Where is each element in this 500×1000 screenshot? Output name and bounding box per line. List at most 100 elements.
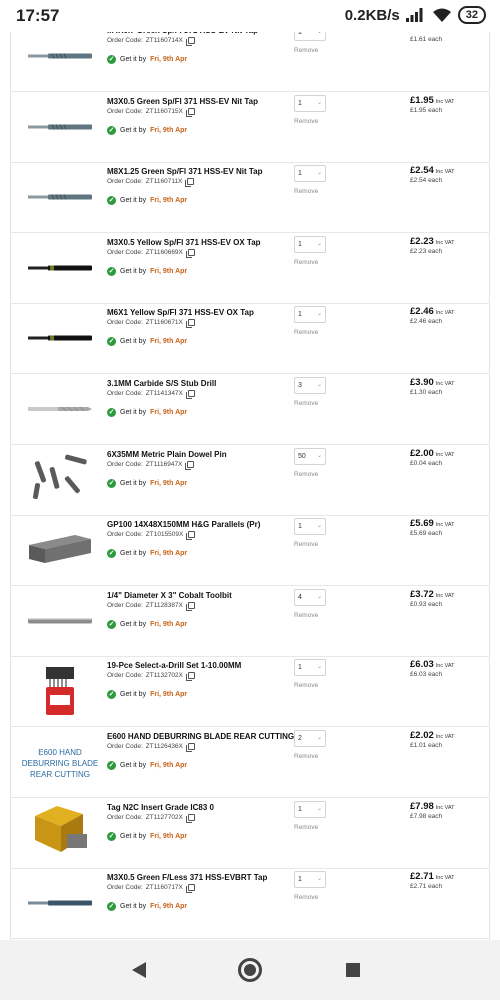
price-value: £2.71 [410, 871, 434, 883]
order-code: Order Code: ZT1126436X [107, 743, 195, 752]
check-icon: ✓ [107, 125, 116, 135]
product-thumbnail[interactable] [20, 665, 100, 719]
remove-button[interactable]: Remove [294, 47, 318, 54]
remove-button[interactable]: Remove [294, 400, 318, 407]
cart-item-row: M4X0.7 Green Sp/Fl 371 HSS-EV Nit Tap Or… [10, 28, 490, 92]
copy-icon[interactable] [185, 319, 195, 329]
line-price: £2.00 Inc VAT [410, 448, 455, 459]
product-thumbnail[interactable]: E600 HAND DEBURRING BLADE REAR CUTTING [20, 736, 100, 790]
remove-button[interactable]: Remove [294, 329, 318, 336]
product-image[interactable] [28, 48, 92, 66]
product-thumbnail[interactable] [20, 101, 100, 155]
copy-icon[interactable] [185, 390, 195, 399]
copy-icon[interactable] [185, 884, 195, 894]
remove-button[interactable]: Remove [294, 259, 318, 266]
copy-icon[interactable] [185, 248, 195, 258]
product-thumbnail[interactable] [20, 524, 100, 578]
remove-button[interactable]: Remove [294, 188, 318, 195]
product-image[interactable] [40, 663, 80, 722]
quantity-select[interactable]: 1 ⌄ [294, 800, 326, 818]
product-name[interactable]: M8X1.25 Green Sp/Fl 371 HSS-EV Nit Tap [107, 167, 262, 176]
quantity-value: 1 [298, 240, 302, 248]
product-name[interactable]: 1/4" Diameter X 3" Cobalt Toolbit [107, 591, 232, 600]
copy-icon[interactable] [186, 531, 196, 541]
remove-button[interactable]: Remove [294, 541, 318, 548]
copy-icon[interactable] [185, 460, 195, 470]
line-price: £5.69 Inc VAT [410, 518, 455, 529]
product-name[interactable]: M6X1 Yellow Sp/Fl 371 HSS-EV OX Tap [107, 308, 254, 317]
quantity-select[interactable]: 1 ⌄ [294, 165, 326, 183]
cart-item-row: M6X1 Yellow Sp/Fl 371 HSS-EV OX Tap Orde… [10, 304, 490, 375]
back-icon[interactable] [132, 962, 146, 978]
unit-price: £1.95 each [410, 106, 443, 114]
remove-button[interactable]: Remove [294, 118, 318, 125]
unit-price: £6.03 each [410, 671, 443, 679]
chevron-down-icon: ⌄ [316, 382, 322, 388]
home-icon[interactable] [238, 958, 262, 982]
delivery-date: Fri, 9th Apr [150, 267, 188, 275]
product-name[interactable]: M3X0.5 Green Sp/Fl 371 HSS-EV Nit Tap [107, 97, 258, 106]
quantity-select[interactable]: 1 ⌄ [294, 871, 326, 889]
product-thumbnail[interactable] [20, 454, 100, 508]
product-name[interactable]: M3X0.5 Yellow Sp/Fl 371 HSS-EV OX Tap [107, 238, 261, 247]
copy-icon[interactable] [185, 672, 195, 682]
remove-button[interactable]: Remove [294, 894, 318, 901]
product-thumbnail[interactable] [20, 383, 100, 437]
product-image[interactable] [27, 804, 93, 863]
product-name[interactable]: GP100 14X48X150MM H&G Parallels (Pr) [107, 520, 260, 529]
delivery-info: ✓ Get it by Fri, 9th Apr [107, 831, 187, 841]
product-image[interactable] [25, 529, 95, 574]
quantity-select[interactable]: 1 ⌄ [294, 235, 326, 253]
vat-label: Inc VAT [435, 98, 455, 105]
product-image[interactable] [28, 613, 92, 631]
remove-button[interactable]: Remove [294, 824, 318, 831]
product-name[interactable]: Tag N2C Insert Grade IC83 0 [107, 803, 214, 812]
product-image[interactable] [28, 330, 92, 348]
product-name[interactable]: 3.1MM Carbide S/S Stub Drill [107, 379, 216, 388]
quantity-select[interactable]: 1 ⌄ [294, 94, 326, 112]
check-icon: ✓ [107, 690, 116, 700]
product-thumbnail[interactable] [20, 312, 100, 366]
product-thumbnail[interactable] [20, 30, 100, 84]
quantity-select[interactable]: 3 ⌄ [294, 377, 326, 394]
product-image[interactable] [28, 260, 92, 278]
remove-button[interactable]: Remove [294, 682, 318, 689]
copy-icon[interactable] [185, 813, 195, 823]
remove-button[interactable]: Remove [294, 753, 318, 760]
recents-icon[interactable] [346, 963, 360, 977]
product-image[interactable] [28, 895, 92, 913]
order-code-label: Order Code: [107, 884, 143, 892]
copy-icon[interactable] [185, 743, 195, 752]
product-thumbnail[interactable] [20, 877, 100, 931]
vat-label: Inc VAT [435, 381, 455, 387]
quantity-select[interactable]: 50 ⌄ [294, 447, 326, 465]
copy-icon[interactable] [185, 178, 195, 188]
product-thumbnail[interactable] [20, 171, 100, 225]
thumbnail-alt-text: E600 HAND DEBURRING BLADE REAR CUTTING [21, 747, 99, 779]
quantity-select[interactable]: 2 ⌄ [294, 730, 326, 747]
product-name[interactable]: E600 HAND DEBURRING BLADE REAR CUTTING [107, 732, 294, 741]
product-name[interactable]: 19-Pce Select-a-Drill Set 1-10.00MM [107, 661, 241, 670]
copy-icon[interactable] [185, 37, 195, 46]
copy-icon[interactable] [185, 107, 195, 117]
product-image[interactable] [28, 189, 92, 207]
product-image[interactable] [28, 119, 92, 137]
status-time: 17:57 [16, 6, 60, 25]
quantity-select[interactable]: 4 ⌄ [294, 588, 326, 606]
delivery-label: Get it by [120, 691, 147, 699]
cart-item-list[interactable]: M4X0.7 Green Sp/Fl 371 HSS-EV Nit Tap Or… [0, 28, 500, 940]
delivery-info: ✓ Get it by Fri, 9th Apr [107, 408, 187, 417]
remove-button[interactable]: Remove [294, 612, 318, 619]
product-name[interactable]: 6X35MM Metric Plain Dowel Pin [107, 450, 227, 459]
product-image[interactable] [28, 401, 92, 419]
quantity-select[interactable]: 1 ⌄ [294, 306, 326, 324]
product-name[interactable]: M3X0.5 Green F/Less 371 HSS-EVBRT Tap [107, 873, 267, 882]
product-thumbnail[interactable] [20, 804, 100, 863]
product-image[interactable] [30, 453, 90, 508]
quantity-select[interactable]: 1 ⌄ [294, 518, 326, 536]
product-thumbnail[interactable] [20, 595, 100, 649]
copy-icon[interactable] [185, 601, 195, 611]
product-thumbnail[interactable] [20, 242, 100, 296]
remove-button[interactable]: Remove [294, 471, 318, 478]
quantity-select[interactable]: 1 ⌄ [294, 659, 326, 677]
